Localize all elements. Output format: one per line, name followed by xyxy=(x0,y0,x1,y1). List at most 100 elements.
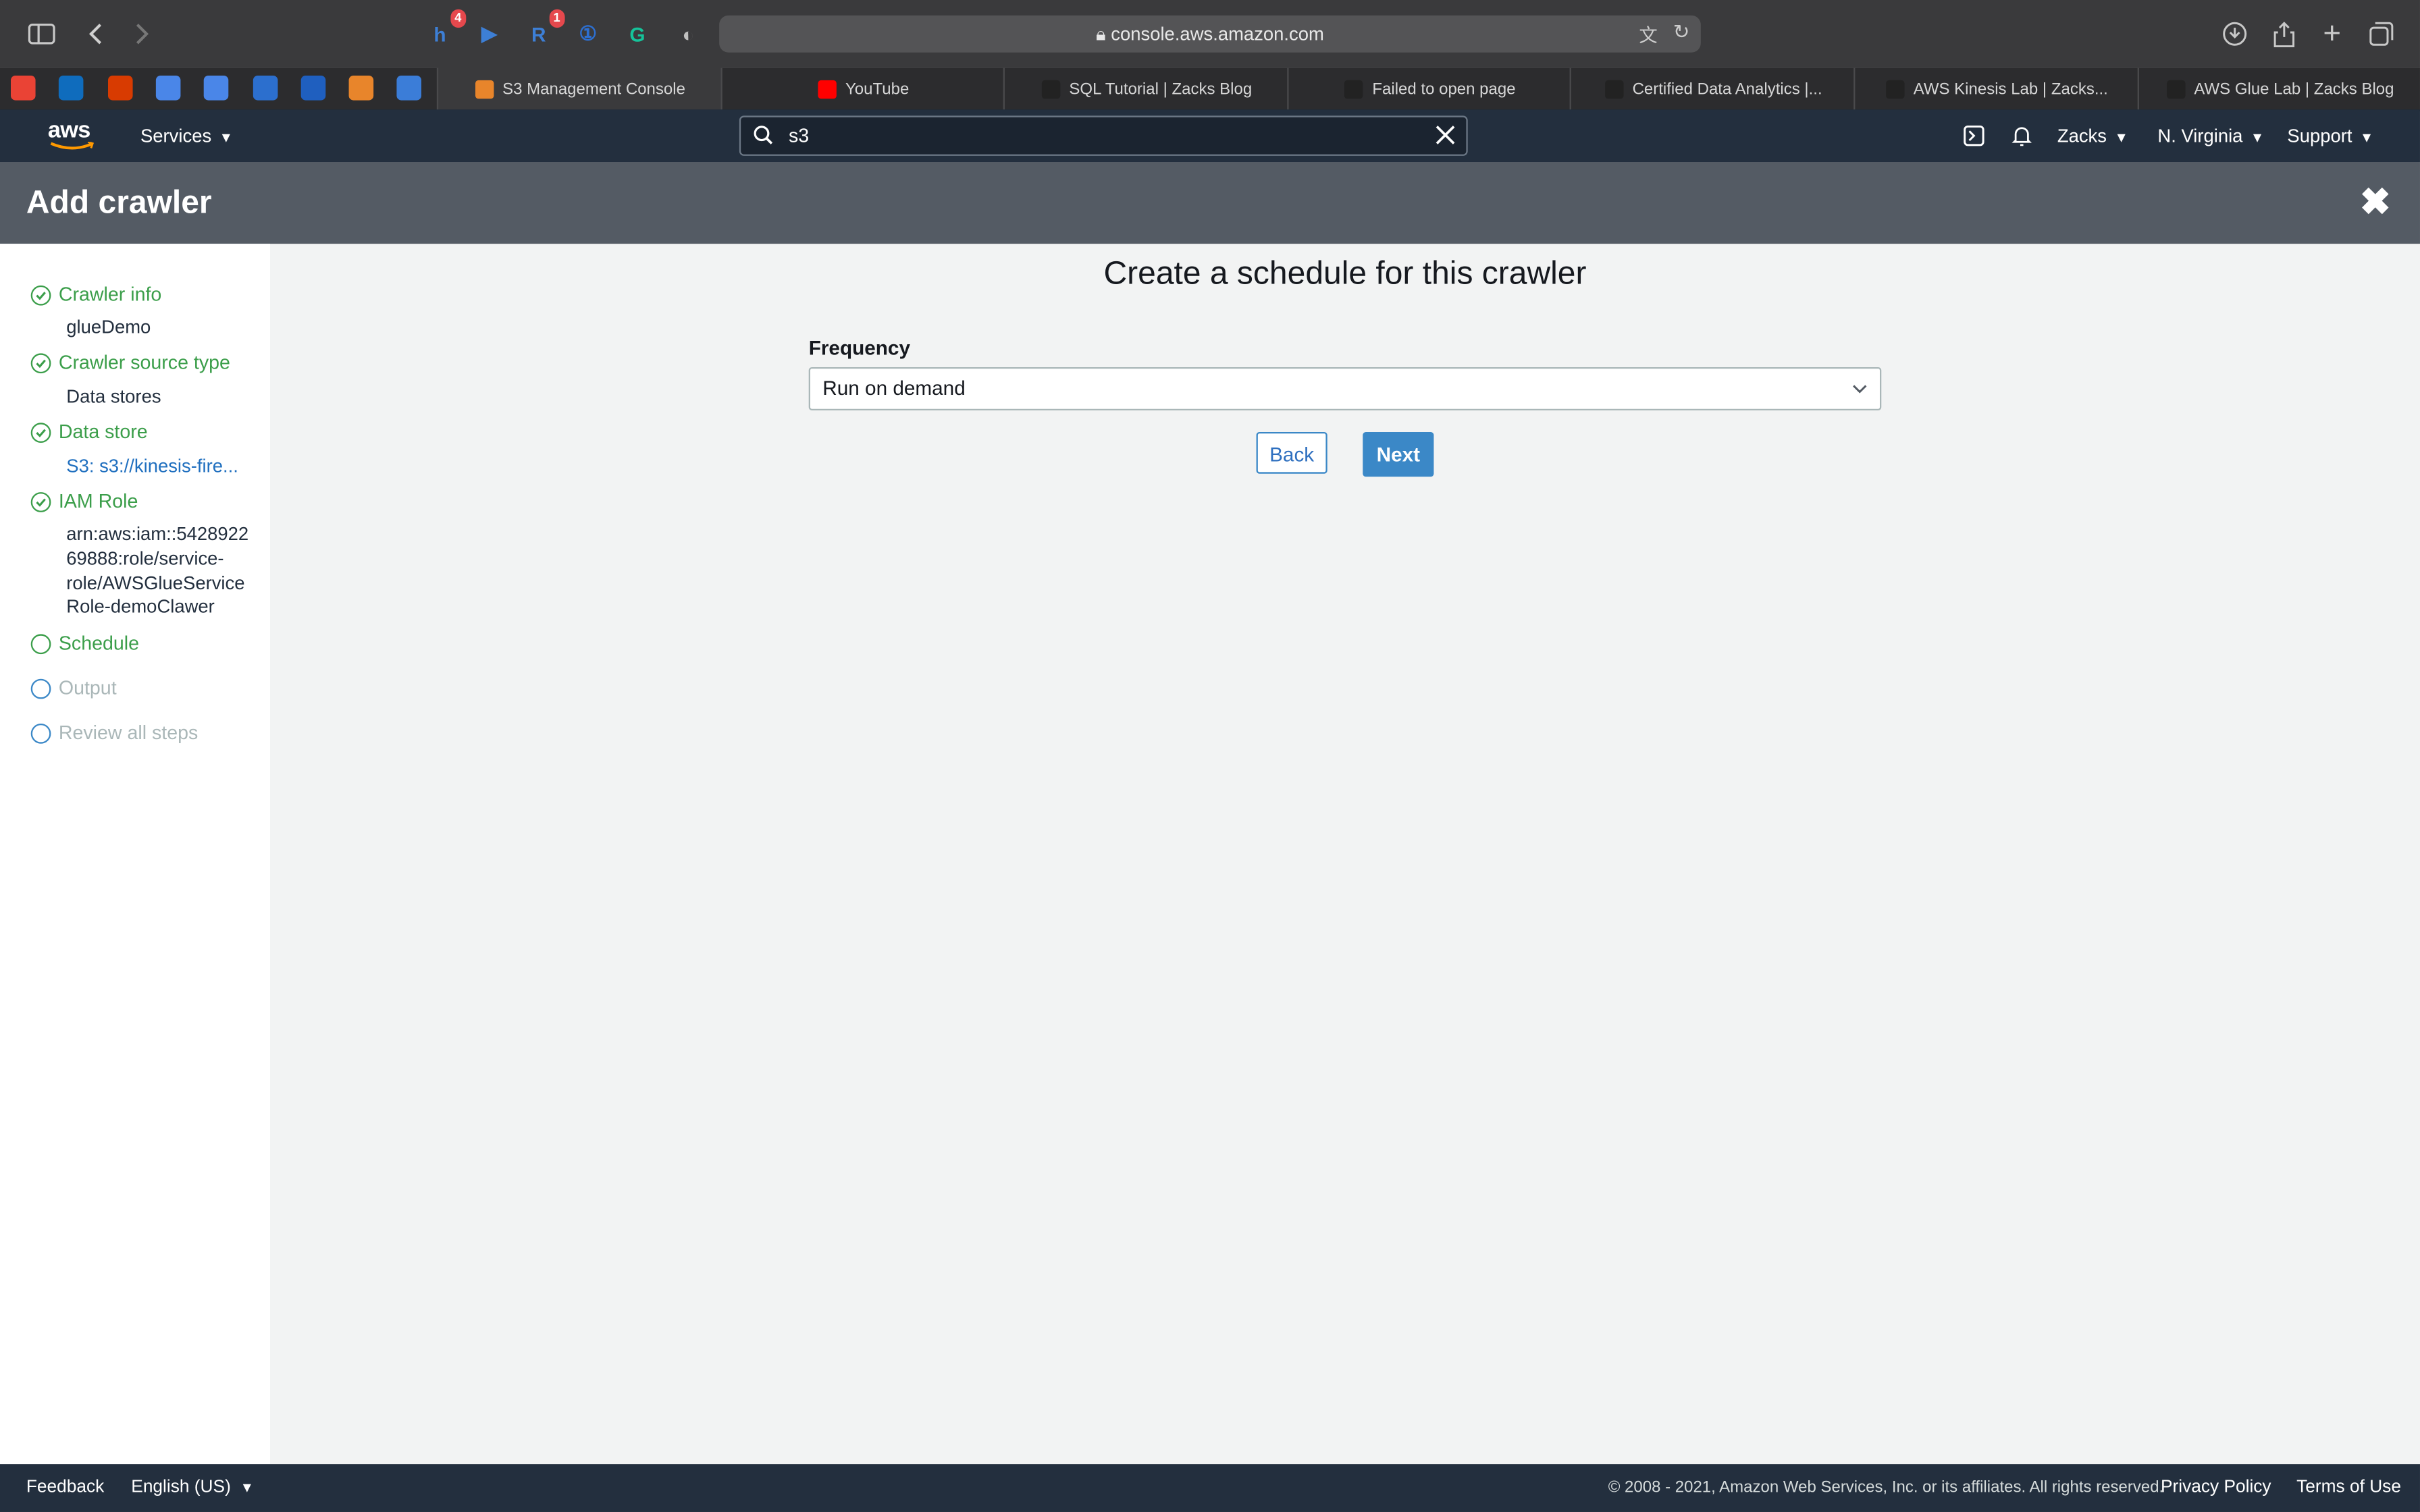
account-name: Zacks xyxy=(2057,125,2107,147)
wizard-step-crawler-info[interactable]: Crawler info xyxy=(30,281,162,308)
frequency-select[interactable] xyxy=(808,367,1882,410)
wizard-step-review-all-steps: Review all steps xyxy=(30,719,198,747)
grammarly-icon[interactable]: G xyxy=(621,17,654,51)
page-title: Add crawler xyxy=(26,185,212,221)
wizard-step-output: Output xyxy=(30,674,117,702)
tab-label: SQL Tutorial | Zacks Blog xyxy=(1069,79,1253,99)
extension-badge: 4 xyxy=(450,9,467,28)
aws-logo[interactable]: aws xyxy=(48,119,97,153)
feedback-link[interactable]: Feedback xyxy=(26,1464,104,1512)
browser-tab[interactable]: SQL Tutorial | Zacks Blog xyxy=(1003,68,1288,110)
close-icon[interactable]: ✖ xyxy=(2354,182,2397,225)
tab-label: Failed to open page xyxy=(1372,79,1516,99)
pinned-tab-arrow-app-icon[interactable] xyxy=(397,75,422,101)
frequency-selected-value: Run on demand xyxy=(822,376,966,400)
translate-icon[interactable]: 文 xyxy=(1639,22,1657,48)
sidebar-toggle-icon[interactable] xyxy=(25,17,59,51)
url-text: 🔒︎ console.aws.amazon.com xyxy=(719,16,1701,53)
pinned-tab-gmail-icon[interactable] xyxy=(10,75,36,101)
account-menu[interactable]: Zacks ▼ xyxy=(2057,109,2128,162)
check-circle-icon xyxy=(30,284,51,305)
tab-favicon-icon xyxy=(1604,79,1623,99)
check-circle-icon xyxy=(30,422,51,442)
iam-role-arn-line: 69888:role/service- xyxy=(66,547,224,569)
caret-down-icon: ▼ xyxy=(2114,129,2128,145)
iam-role-arn-line: arn:aws:iam::5428922 xyxy=(66,522,249,545)
forward-arrow-icon[interactable] xyxy=(125,17,159,51)
browser-tab[interactable]: AWS Glue Lab | Zacks Blog xyxy=(2136,68,2420,110)
pinned-tab-office-icon[interactable] xyxy=(107,75,132,101)
tab-favicon-icon xyxy=(474,79,494,99)
back-arrow-icon[interactable] xyxy=(79,17,113,51)
services-menu[interactable]: Services ▼ xyxy=(140,109,233,162)
password-manager-icon[interactable]: ① xyxy=(571,17,605,51)
wizard-step-label: Output xyxy=(58,677,117,699)
new-tab-icon[interactable]: + xyxy=(2315,16,2349,51)
pinned-tab-app-icon[interactable] xyxy=(300,75,325,101)
support-label: Support xyxy=(2287,125,2352,147)
lock-icon: 🔒︎ xyxy=(1096,23,1111,45)
wizard-step-crawler-source-type[interactable]: Crawler source type xyxy=(30,349,230,377)
caret-down-icon: ▼ xyxy=(240,1479,254,1495)
browser-tab[interactable]: YouTube xyxy=(720,68,1005,110)
wizard-step-detail: Data stores xyxy=(66,385,161,408)
address-bar[interactable]: 🔒︎ console.aws.amazon.com 文 ↻ xyxy=(719,15,1701,53)
pinned-tab-aws-box-icon[interactable] xyxy=(348,75,374,101)
honey-extension-icon[interactable]: h4 xyxy=(423,9,467,51)
search-icon xyxy=(753,125,773,153)
region-menu[interactable]: N. Virginia ▼ xyxy=(2157,109,2264,162)
browser-tab[interactable]: AWS Kinesis Lab | Zacks... xyxy=(1853,68,2138,110)
clear-search-icon[interactable] xyxy=(1436,125,1456,153)
circle-icon xyxy=(30,633,51,653)
tab-label: YouTube xyxy=(845,79,910,99)
screen: h 4 ▶ R 1 ① G ◐ 🔒︎ console.aws.amazon.com 文 ↻ +… xyxy=(0,0,2420,1512)
download-icon[interactable] xyxy=(2218,17,2252,51)
caret-down-icon: ▼ xyxy=(2250,129,2265,145)
wizard-step-label: Crawler source type xyxy=(58,352,230,374)
tab-overview-icon[interactable] xyxy=(2365,17,2398,51)
terms-of-use-link[interactable]: Terms of Use xyxy=(2296,1464,2401,1512)
notifications-bell-icon[interactable] xyxy=(2011,109,2032,162)
next-button[interactable]: Next xyxy=(1363,431,1434,477)
tab-favicon-icon xyxy=(1344,79,1363,99)
iam-role-arn-line: Role-demoClawer xyxy=(66,596,215,618)
tab-label: AWS Kinesis Lab | Zacks... xyxy=(1913,79,2108,99)
browser-tab[interactable]: Failed to open page xyxy=(1286,68,1572,110)
service-search[interactable]: s3 xyxy=(739,115,1468,156)
tab-label: Certified Data Analytics |... xyxy=(1632,79,1822,99)
search-input[interactable]: s3 xyxy=(789,117,809,155)
play-extension-icon[interactable]: ▶ xyxy=(472,17,506,51)
tab-label: S3 Management Console xyxy=(502,79,685,99)
wizard-step-iam-role[interactable]: IAM Role xyxy=(30,487,138,515)
reload-icon[interactable]: ↻ xyxy=(1673,20,1690,45)
wizard-step-data-store[interactable]: Data store xyxy=(30,418,148,446)
wizard-step-detail[interactable]: S3: s3://kinesis-fire... xyxy=(66,454,257,479)
cloudshell-icon[interactable] xyxy=(1963,109,1984,162)
r-extension-icon[interactable]: R1 xyxy=(522,9,565,51)
wizard-step-label: Crawler info xyxy=(58,284,162,306)
pinned-tab-calendar-icon[interactable] xyxy=(252,75,278,101)
wizard-step-schedule[interactable]: Schedule xyxy=(30,630,139,657)
pinned-tab-outlook-icon[interactable] xyxy=(59,75,84,101)
share-icon[interactable] xyxy=(2267,17,2301,51)
step-heading: Create a schedule for this crawler xyxy=(1103,256,1587,292)
language-label: English (US) xyxy=(131,1478,231,1497)
pinned-tab-translate-icon[interactable] xyxy=(204,75,229,101)
pinned-tab-translate-icon[interactable] xyxy=(155,75,181,101)
extension-badge: 1 xyxy=(548,9,565,28)
privacy-shield-icon[interactable]: ◐ xyxy=(671,17,705,51)
browser-tab[interactable]: Certified Data Analytics |... xyxy=(1570,68,1855,110)
wizard-steps-sidebar: Crawler info glueDemo Crawler source type D… xyxy=(0,244,270,1465)
url-value: console.aws.amazon.com xyxy=(1111,23,1324,45)
tab-favicon-icon xyxy=(1885,79,1905,99)
wizard-step-label: IAM Role xyxy=(58,490,138,512)
tab-label: AWS Glue Lab | Zacks Blog xyxy=(2194,79,2394,99)
browser-tab[interactable]: S3 Management Console xyxy=(436,68,722,110)
language-selector[interactable]: English (US) ▼ xyxy=(131,1464,254,1512)
support-menu[interactable]: Support ▼ xyxy=(2287,109,2373,162)
tab-favicon-icon xyxy=(1041,79,1060,99)
caret-down-icon: ▼ xyxy=(219,129,233,145)
wizard-step-detail: glueDemo xyxy=(66,316,151,338)
privacy-policy-link[interactable]: Privacy Policy xyxy=(2161,1464,2271,1512)
back-button[interactable]: Back xyxy=(1256,431,1327,474)
